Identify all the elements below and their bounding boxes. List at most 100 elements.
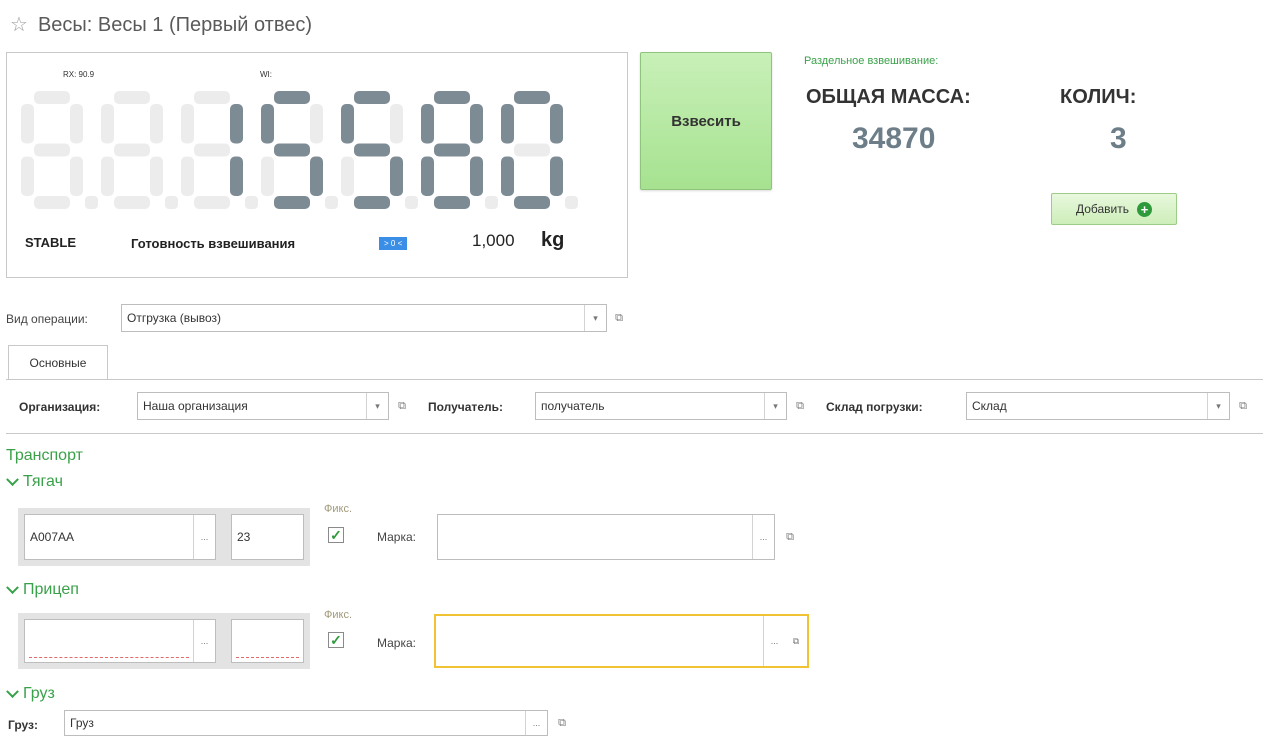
digit-segment bbox=[230, 104, 243, 144]
digit-segment bbox=[114, 91, 150, 104]
trailer-plate-value bbox=[29, 626, 189, 658]
trailer-group-toggle[interactable]: Прицеп bbox=[6, 580, 79, 599]
warehouse-label: Склад погрузки: bbox=[826, 400, 923, 414]
operation-field[interactable]: Отгрузка (вывоз) ▾ bbox=[121, 304, 607, 332]
zero-indicator: > 0 < bbox=[379, 237, 408, 250]
chevron-down-icon bbox=[6, 684, 19, 698]
digit-segment bbox=[501, 156, 514, 196]
count-value: 3 bbox=[1110, 122, 1127, 155]
digit-segment bbox=[514, 91, 550, 104]
open-external-icon[interactable]: ⧉ bbox=[789, 392, 811, 420]
scale-factor: 1,000 bbox=[472, 231, 515, 250]
add-button[interactable]: Добавить + bbox=[1051, 193, 1177, 225]
more-icon[interactable]: ... bbox=[193, 515, 215, 559]
display-digit bbox=[261, 91, 338, 209]
digit-segment bbox=[274, 143, 310, 157]
digit-segment bbox=[341, 104, 354, 144]
digit-segment bbox=[421, 104, 434, 144]
digit-segment bbox=[434, 143, 470, 157]
tab-main[interactable]: Основные bbox=[8, 345, 108, 380]
rx-label: RX: 90.9 bbox=[63, 70, 95, 79]
open-external-icon[interactable]: ⧉ bbox=[785, 616, 807, 666]
digit-segment bbox=[354, 196, 390, 209]
digit-segment bbox=[434, 196, 470, 209]
operation-label: Вид операции: bbox=[6, 312, 88, 326]
trailer-plate-field[interactable]: ... bbox=[24, 619, 216, 663]
total-mass-label: ОБЩАЯ МАССА: bbox=[806, 86, 971, 108]
ready-label: Готовность взвешивания bbox=[131, 236, 296, 251]
digit-segment bbox=[150, 104, 163, 144]
digit-segment bbox=[470, 156, 483, 196]
digit-segment bbox=[390, 156, 403, 196]
trailer-brand-label: Марка: bbox=[377, 636, 416, 650]
more-icon[interactable]: ... bbox=[752, 515, 774, 559]
digit-segment bbox=[101, 156, 114, 196]
chevron-down-icon[interactable]: ▾ bbox=[366, 393, 388, 419]
recipient-field[interactable]: получатель ▾ bbox=[535, 392, 787, 420]
tractor-brand-field[interactable]: ... bbox=[437, 514, 775, 560]
digit-segment bbox=[354, 91, 390, 104]
digit-segment bbox=[274, 196, 310, 209]
cargo-label: Груз: bbox=[8, 718, 38, 732]
digit-segment bbox=[501, 104, 514, 144]
digit-segment bbox=[261, 156, 274, 196]
decimal-point bbox=[165, 196, 178, 209]
decimal-point bbox=[565, 196, 578, 209]
trailer-fix-checkbox[interactable]: ✓ bbox=[328, 632, 344, 648]
unit-label: kg bbox=[541, 229, 565, 251]
display-digit bbox=[341, 91, 418, 209]
digit-segment bbox=[550, 104, 563, 144]
page-title: Весы: Весы 1 (Первый отвес) bbox=[37, 13, 312, 36]
total-mass-value: 34870 bbox=[852, 122, 936, 155]
digit-segment bbox=[114, 143, 150, 157]
digit-segment bbox=[150, 156, 163, 196]
tractor-heading: Тягач bbox=[23, 473, 63, 490]
checkmark-icon: ✓ bbox=[330, 527, 342, 543]
more-icon[interactable]: ... bbox=[193, 620, 215, 662]
digit-segment bbox=[230, 156, 243, 196]
decimal-point bbox=[405, 196, 418, 209]
org-label: Организация: bbox=[19, 400, 101, 414]
add-button-label: Добавить bbox=[1075, 202, 1130, 216]
wi-label: WI: bbox=[260, 70, 272, 79]
digit-segment bbox=[34, 196, 70, 209]
digit-segment bbox=[421, 156, 434, 196]
trailer-brand-field[interactable]: ... ⧉ bbox=[434, 614, 809, 668]
cargo-group-toggle[interactable]: Груз bbox=[6, 684, 55, 703]
digit-segment bbox=[21, 156, 34, 196]
display-digit bbox=[21, 91, 98, 209]
warehouse-field[interactable]: Склад ▾ bbox=[966, 392, 1230, 420]
trailer-region-field[interactable] bbox=[231, 619, 304, 663]
digit-segment bbox=[390, 104, 403, 144]
tractor-group-toggle[interactable]: Тягач bbox=[6, 472, 63, 491]
tractor-plate-field[interactable]: А007АА ... bbox=[24, 514, 216, 560]
more-icon[interactable]: ... bbox=[525, 711, 547, 735]
trailer-brand-value bbox=[436, 616, 763, 666]
chevron-down-icon[interactable]: ▾ bbox=[764, 393, 786, 419]
open-external-icon[interactable]: ⧉ bbox=[779, 523, 801, 551]
digit-segment bbox=[194, 91, 230, 104]
cargo-field[interactable]: Груз ... bbox=[64, 710, 548, 736]
org-field[interactable]: Наша организация ▾ bbox=[137, 392, 389, 420]
open-external-icon[interactable]: ⧉ bbox=[391, 392, 413, 420]
chevron-down-icon[interactable]: ▾ bbox=[584, 305, 606, 331]
digit-segment bbox=[550, 156, 563, 196]
tractor-region-value: 23 bbox=[237, 530, 251, 544]
more-icon[interactable]: ... bbox=[763, 616, 785, 666]
tractor-fix-checkbox[interactable]: ✓ bbox=[328, 527, 344, 543]
weigh-button[interactable]: Взвесить bbox=[640, 52, 772, 190]
plus-circle-icon: + bbox=[1137, 201, 1153, 217]
digit-segment bbox=[70, 104, 83, 144]
trailer-heading: Прицеп bbox=[23, 581, 79, 598]
scale-status: STABLE bbox=[25, 235, 77, 250]
trailer-fix-label: Фикс. bbox=[324, 609, 352, 621]
open-external-icon[interactable]: ⧉ bbox=[551, 710, 573, 736]
tractor-region-field[interactable]: 23 bbox=[231, 514, 304, 560]
open-external-icon[interactable]: ⧉ bbox=[608, 304, 630, 332]
digit-segment bbox=[434, 91, 470, 104]
open-external-icon[interactable]: ⧉ bbox=[1232, 392, 1254, 420]
star-icon[interactable]: ☆ bbox=[10, 15, 28, 35]
digit-segment bbox=[21, 104, 34, 144]
title-bar: ☆ Весы: Весы 1 (Первый отвес) bbox=[10, 10, 312, 40]
chevron-down-icon[interactable]: ▾ bbox=[1207, 393, 1229, 419]
